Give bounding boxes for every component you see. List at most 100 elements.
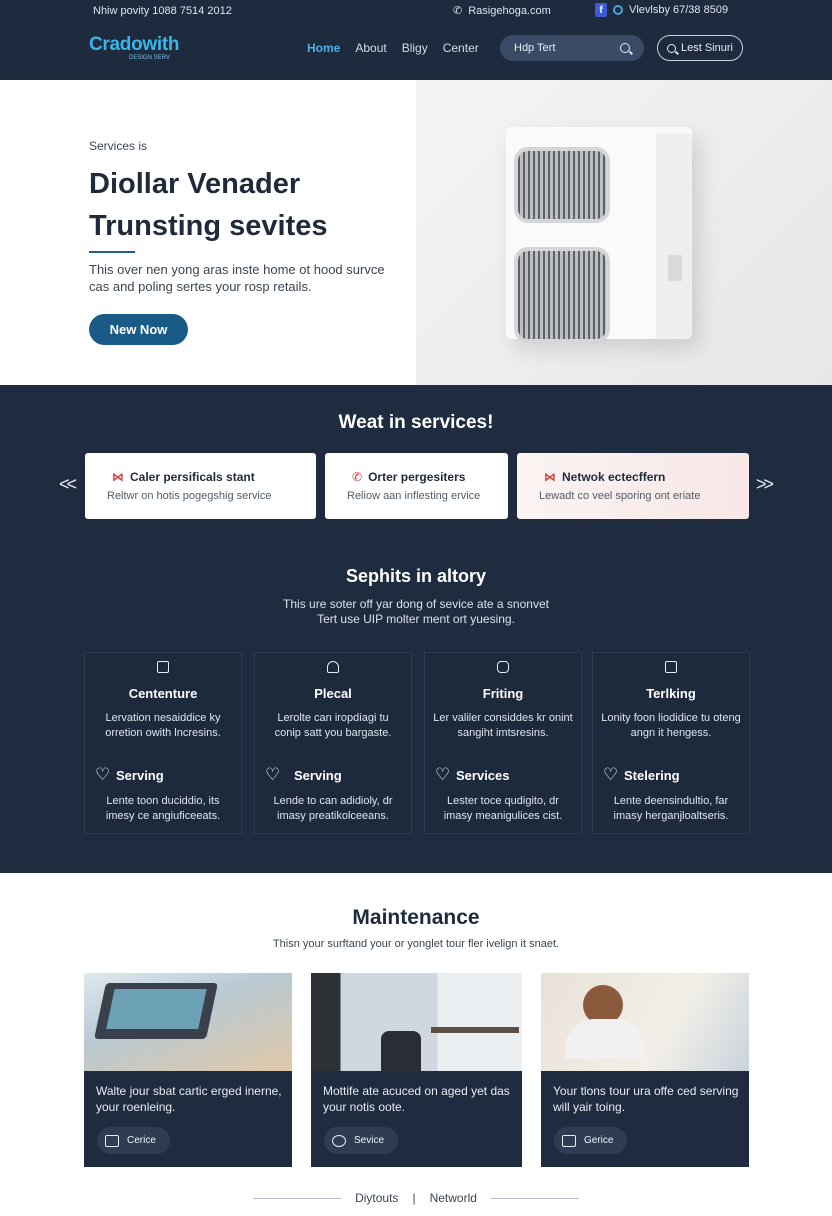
- feature-subtitle: Serving: [95, 765, 164, 785]
- site-header: Nhiw povity 1088 7514 2012 ✆ Rasigehoga.…: [0, 0, 832, 80]
- feature-text: Lonity foon liodidice tu oteng angn it h…: [601, 712, 741, 739]
- feature-subtitle: Stelering: [603, 765, 680, 785]
- social-icon[interactable]: [613, 5, 623, 15]
- main-nav: Home About Bligy Center: [307, 41, 479, 55]
- features-intro-line: Tert use UIP molter ment ort yuesing.: [317, 612, 515, 626]
- logo[interactable]: Cradowith DESIGN SERV: [89, 34, 179, 61]
- maintenance-card-button[interactable]: Gerice: [554, 1127, 628, 1154]
- maintenance-card-button-label: Cerice: [127, 1135, 156, 1146]
- phone-icon: ✆: [453, 5, 463, 17]
- bow-icon: ⋈: [544, 470, 556, 484]
- hero-divider: [89, 251, 135, 253]
- search-input[interactable]: Hdp Tert: [500, 35, 644, 61]
- home-icon: [327, 661, 339, 673]
- air-conditioner-image: [506, 127, 692, 343]
- top-bar: Nhiw povity 1088 7514 2012 ✆ Rasigehoga.…: [0, 0, 832, 22]
- footer-divider: [490, 1197, 579, 1199]
- feature-subtitle: Serving: [265, 765, 342, 785]
- maintenance-card-button[interactable]: Sevice: [324, 1127, 399, 1154]
- footer-links: Diytouts | Networld: [0, 1191, 832, 1205]
- hero-title: Diollar Venader Trunsting sevites: [89, 168, 328, 242]
- maintenance-card-text: Walte jour sbat cartic erged inerne, you…: [96, 1084, 282, 1114]
- services-section: Weat in services! << >> ⋈ Caler persifica…: [0, 385, 832, 873]
- maintenance-card-text: Mottife ate acuced on aged yet das your …: [323, 1084, 510, 1114]
- nav-about[interactable]: About: [355, 41, 386, 55]
- footer-separator: |: [412, 1191, 416, 1205]
- top-bar-email[interactable]: ✆ Rasigehoga.com: [453, 4, 551, 18]
- feature-text: Lerolte can iropdiagi tu conip satt you …: [274, 712, 392, 739]
- feature-title: Friting: [482, 686, 524, 701]
- feature-text: Ler valiler considdes kr onint sangiht i…: [433, 712, 573, 739]
- feature-card[interactable]: Terlking Lonity foon liodidice tu oteng …: [592, 652, 750, 834]
- laptop-photo: [84, 973, 292, 1071]
- heart-icon: [95, 765, 110, 785]
- feature-subtitle-label: Services: [456, 768, 510, 783]
- service-card-title: Netwok ectecffern: [562, 470, 666, 484]
- email-text: Rasigehoga.com: [468, 4, 551, 17]
- feature-text: Lende to can adidioly, dr imasy preatiko…: [273, 795, 393, 822]
- book-icon: [105, 1134, 119, 1147]
- hero-cta-button[interactable]: New Now: [89, 314, 188, 345]
- search-icon: [667, 43, 676, 53]
- maintenance-card-button[interactable]: Cerice: [97, 1127, 170, 1154]
- features-heading: Sephits in altory: [345, 566, 487, 586]
- feature-text: Lester toce qudigito, dr imasy meaniguli…: [443, 795, 563, 822]
- feature-title: Plecal: [314, 686, 352, 701]
- maintenance-card-button-label: Gerice: [584, 1135, 614, 1146]
- service-card-subtitle: Reltwr on hotis pogegshig service: [107, 490, 272, 502]
- top-bar-social: f Vlevlsby 67/38 8509: [595, 3, 728, 17]
- heart-icon: [603, 765, 618, 785]
- maintenance-card-button-label: Sevice: [354, 1135, 385, 1146]
- service-card[interactable]: ✆ Orter pergesiters Reliow aan inflesting…: [325, 453, 508, 519]
- search-placeholder: Hdp Tert: [514, 42, 556, 54]
- office-photo: [311, 973, 522, 1071]
- nav-home[interactable]: Home: [307, 41, 340, 55]
- facebook-icon[interactable]: f: [595, 3, 607, 17]
- maintenance-section: Maintenance Thisn your surftand your or …: [0, 873, 832, 1216]
- settings-icon: [332, 1134, 346, 1147]
- bow-icon: ⋈: [112, 470, 124, 484]
- logo-name: Cradowith: [89, 34, 180, 55]
- footer-link[interactable]: Diytouts: [355, 1191, 398, 1205]
- service-card[interactable]: ⋈ Netwok ectecffern Lewadt co veel sporin…: [517, 453, 749, 519]
- service-card-title: Caler persificals stant: [130, 470, 255, 484]
- hero-eyebrow: Services is: [89, 139, 148, 153]
- feature-subtitle-label: Serving: [116, 768, 164, 783]
- nav-center[interactable]: Center: [443, 41, 479, 55]
- login-button[interactable]: Lest Sinuri: [657, 35, 743, 61]
- feature-text: Lervation nesaiddice ky orretion owith l…: [105, 712, 221, 739]
- feature-title: Cententure: [128, 686, 198, 701]
- feature-title: Terlking: [646, 686, 696, 701]
- maintenance-card-text: Your tlons tour ura offe ced serving wil…: [553, 1084, 739, 1114]
- service-card-title: Orter pergesiters: [368, 470, 466, 484]
- service-card-subtitle: Reliow aan inflesting ervice: [347, 490, 481, 502]
- maintenance-card[interactable]: Your tlons tour ura offe ced serving wil…: [541, 973, 749, 1167]
- feature-card[interactable]: Plecal Lerolte can iropdiagi tu conip sa…: [254, 652, 412, 834]
- footer-link[interactable]: Networld: [430, 1191, 477, 1205]
- feature-card[interactable]: Cententure Lervation nesaiddice ky orret…: [84, 652, 242, 834]
- footer-divider: [253, 1197, 342, 1199]
- feature-text: Lente toon duciddio, its imesy ce angiuf…: [105, 795, 221, 822]
- carousel-next-arrow[interactable]: >>: [756, 474, 774, 495]
- feature-text: Lente deensindultio, far imasy herganjlo…: [613, 795, 729, 822]
- feature-subtitle-label: Serving: [294, 768, 342, 783]
- maintenance-card[interactable]: Walte jour sbat cartic erged inerne, you…: [84, 973, 292, 1167]
- feature-subtitle-label: Stelering: [624, 768, 680, 783]
- search-icon[interactable]: [620, 43, 630, 53]
- login-label: Lest Sinuri: [681, 42, 733, 54]
- maintenance-card[interactable]: Mottife ate acuced on aged yet das your …: [311, 973, 522, 1167]
- media-icon: [497, 661, 509, 673]
- nav-blog[interactable]: Bligy: [402, 41, 428, 55]
- heart-icon: [435, 765, 450, 785]
- service-card[interactable]: ⋈ Caler persificals stant Reltwr on hotis…: [85, 453, 316, 519]
- edit-icon: [157, 661, 169, 673]
- feature-card[interactable]: Friting Ler valiler considdes kr onint s…: [424, 652, 582, 834]
- phone-icon: ✆: [352, 470, 363, 484]
- features-intro: This ure soter off yar dong of sevice at…: [0, 597, 832, 627]
- hero-description: This over nen yong aras inste home ot ho…: [89, 262, 385, 294]
- feature-subtitle: Services: [435, 765, 510, 785]
- top-bar-info: Nhiw povity 1088 7514 2012: [93, 5, 232, 17]
- services-heading: Weat in services!: [338, 412, 494, 433]
- carousel-prev-arrow[interactable]: <<: [59, 474, 77, 495]
- document-icon: [665, 661, 677, 673]
